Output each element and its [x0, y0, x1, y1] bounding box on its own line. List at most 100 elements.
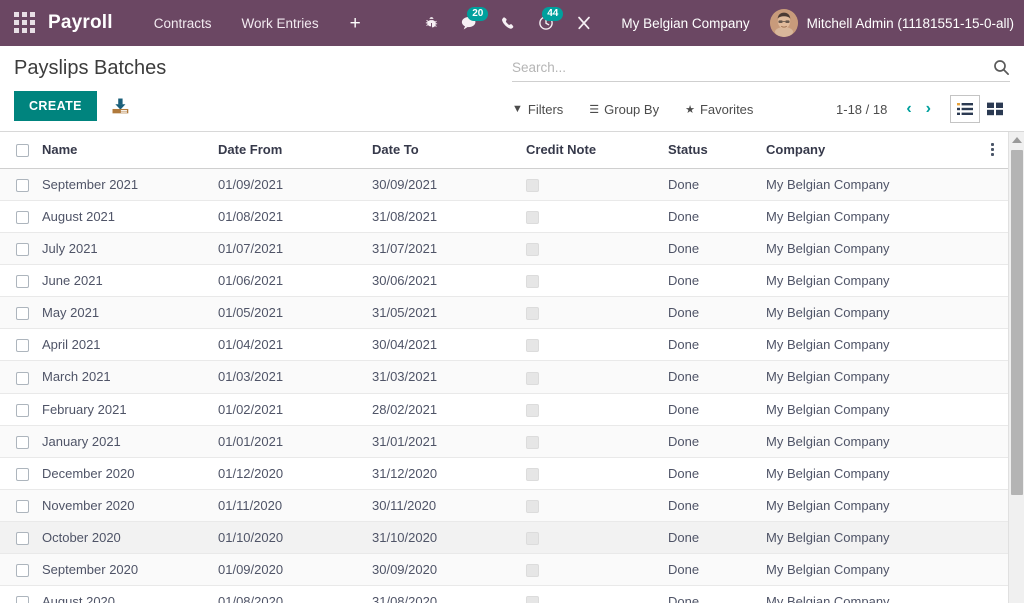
- row-checkbox[interactable]: [16, 243, 29, 256]
- filter-icon: ▼: [512, 103, 523, 115]
- filters-dropdown[interactable]: ▼ Filters: [512, 102, 563, 117]
- search-bar[interactable]: [512, 59, 1010, 82]
- cell-name[interactable]: June 2021: [42, 265, 218, 297]
- column-header-credit-note[interactable]: Credit Note: [526, 132, 668, 169]
- row-checkbox[interactable]: [16, 211, 29, 224]
- cell-name[interactable]: September 2021: [42, 169, 218, 201]
- table-row[interactable]: September 202101/09/202130/09/2021DoneMy…: [0, 169, 1008, 201]
- table-row[interactable]: July 202101/07/202131/07/2021DoneMy Belg…: [0, 233, 1008, 265]
- table-row[interactable]: February 202101/02/202128/02/2021DoneMy …: [0, 393, 1008, 425]
- top-navbar: Payroll Contracts Work Entries + 20: [0, 0, 1024, 46]
- column-options-icon[interactable]: [976, 143, 1008, 156]
- row-checkbox[interactable]: [16, 436, 29, 449]
- row-checkbox[interactable]: [16, 372, 29, 385]
- row-checkbox[interactable]: [16, 468, 29, 481]
- credit-note-checkbox: [526, 596, 539, 603]
- create-button[interactable]: CREATE: [14, 91, 97, 121]
- table-row[interactable]: April 202101/04/202130/04/2021DoneMy Bel…: [0, 329, 1008, 361]
- nav-add-icon[interactable]: +: [334, 12, 377, 35]
- column-header-date-to[interactable]: Date To: [372, 132, 526, 169]
- row-checkbox[interactable]: [16, 339, 29, 352]
- row-checkbox[interactable]: [16, 500, 29, 513]
- user-menu[interactable]: Mitchell Admin (11181551-15-0-all): [764, 9, 1014, 37]
- cell-company: My Belgian Company: [766, 297, 976, 329]
- activities-icon[interactable]: 44: [527, 11, 565, 35]
- cell-date-to: 31/10/2020: [372, 521, 526, 553]
- cell-name[interactable]: January 2021: [42, 425, 218, 457]
- row-checkbox[interactable]: [16, 307, 29, 320]
- pager-previous-button[interactable]: ‹: [899, 101, 918, 117]
- cell-date-from: 01/11/2020: [218, 489, 372, 521]
- row-checkbox[interactable]: [16, 564, 29, 577]
- import-icon[interactable]: [111, 97, 130, 116]
- select-all-checkbox[interactable]: [16, 144, 29, 157]
- cell-date-from: 01/08/2021: [218, 201, 372, 233]
- bug-icon[interactable]: [413, 12, 450, 35]
- cell-status: Done: [668, 297, 766, 329]
- table-row[interactable]: August 202001/08/202031/08/2020DoneMy Be…: [0, 585, 1008, 603]
- cell-status: Done: [668, 489, 766, 521]
- table-row[interactable]: May 202101/05/202131/05/2021DoneMy Belgi…: [0, 297, 1008, 329]
- favorites-dropdown[interactable]: ★ Favorites: [685, 102, 753, 117]
- cell-name[interactable]: September 2020: [42, 553, 218, 585]
- cell-name[interactable]: December 2020: [42, 457, 218, 489]
- company-switcher[interactable]: My Belgian Company: [603, 16, 763, 31]
- nav-item-contracts[interactable]: Contracts: [139, 10, 227, 37]
- nav-item-work-entries[interactable]: Work Entries: [227, 10, 334, 37]
- cell-date-from: 01/03/2021: [218, 361, 372, 393]
- cell-company: My Belgian Company: [766, 169, 976, 201]
- column-header-name[interactable]: Name: [42, 132, 218, 169]
- search-icon[interactable]: [993, 59, 1010, 76]
- credit-note-checkbox: [526, 307, 539, 320]
- row-checkbox[interactable]: [16, 596, 29, 603]
- table-row[interactable]: December 202001/12/202031/12/2020DoneMy …: [0, 457, 1008, 489]
- cell-credit-note: [526, 297, 668, 329]
- table-row[interactable]: August 202101/08/202131/08/2021DoneMy Be…: [0, 201, 1008, 233]
- cell-name[interactable]: February 2021: [42, 393, 218, 425]
- table-row[interactable]: September 202001/09/202030/09/2020DoneMy…: [0, 553, 1008, 585]
- cell-date-to: 31/12/2020: [372, 457, 526, 489]
- cell-options: [976, 489, 1008, 521]
- messages-icon[interactable]: 20: [450, 11, 490, 35]
- table-row[interactable]: March 202101/03/202131/03/2021DoneMy Bel…: [0, 361, 1008, 393]
- cell-name[interactable]: November 2020: [42, 489, 218, 521]
- apps-grid-icon[interactable]: [14, 12, 36, 34]
- scrollbar-up-arrow[interactable]: [1009, 132, 1024, 148]
- app-brand-payroll[interactable]: Payroll: [48, 12, 113, 34]
- main-menu: Contracts Work Entries +: [139, 10, 377, 37]
- column-header-status[interactable]: Status: [668, 132, 766, 169]
- cell-name[interactable]: July 2021: [42, 233, 218, 265]
- kanban-view-icon[interactable]: [980, 95, 1010, 123]
- cell-date-to: 31/05/2021: [372, 297, 526, 329]
- scrollbar-thumb[interactable]: [1011, 150, 1023, 495]
- cell-name[interactable]: March 2021: [42, 361, 218, 393]
- column-header-date-from[interactable]: Date From: [218, 132, 372, 169]
- pager-next-button[interactable]: ›: [919, 101, 938, 117]
- column-header-company[interactable]: Company: [766, 132, 976, 169]
- table-row[interactable]: October 202001/10/202031/10/2020DoneMy B…: [0, 521, 1008, 553]
- row-checkbox[interactable]: [16, 532, 29, 545]
- table-row[interactable]: June 202101/06/202130/06/2021DoneMy Belg…: [0, 265, 1008, 297]
- cell-name[interactable]: October 2020: [42, 521, 218, 553]
- cell-name[interactable]: August 2021: [42, 201, 218, 233]
- vertical-scrollbar[interactable]: [1008, 132, 1024, 603]
- table-body: September 202101/09/202130/09/2021DoneMy…: [0, 169, 1008, 603]
- row-checkbox[interactable]: [16, 179, 29, 192]
- pager-counter[interactable]: 1-18 / 18: [836, 102, 887, 117]
- cell-name[interactable]: May 2021: [42, 297, 218, 329]
- list-view-icon[interactable]: [950, 95, 980, 123]
- cell-date-from: 01/09/2021: [218, 169, 372, 201]
- cell-name[interactable]: April 2021: [42, 329, 218, 361]
- group-by-dropdown[interactable]: ☰ Group By: [589, 102, 659, 117]
- cell-company: My Belgian Company: [766, 425, 976, 457]
- row-checkbox[interactable]: [16, 275, 29, 288]
- phone-icon[interactable]: [490, 12, 527, 35]
- table-row[interactable]: January 202101/01/202131/01/2021DoneMy B…: [0, 425, 1008, 457]
- row-checkbox[interactable]: [16, 404, 29, 417]
- tools-icon[interactable]: [565, 11, 603, 35]
- table-row[interactable]: November 202001/11/202030/11/2020DoneMy …: [0, 489, 1008, 521]
- search-input[interactable]: [512, 60, 993, 75]
- cell-name[interactable]: August 2020: [42, 585, 218, 603]
- credit-note-checkbox: [526, 564, 539, 577]
- cell-status: Done: [668, 233, 766, 265]
